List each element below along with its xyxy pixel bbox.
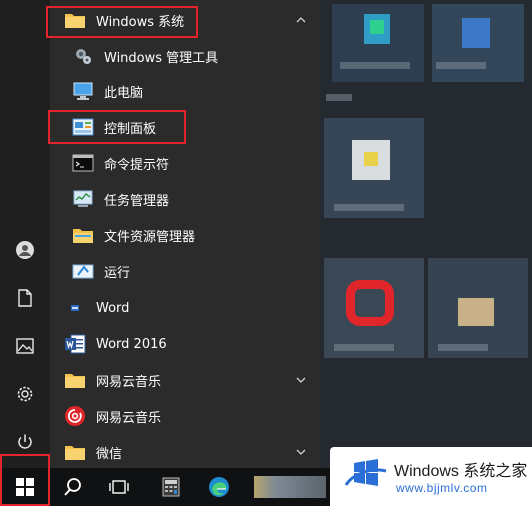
chevron-up-icon[interactable] [296, 15, 306, 25]
pictures-icon[interactable] [0, 326, 50, 366]
word-icon [64, 333, 86, 355]
netease-music-icon [64, 405, 86, 427]
chevron-down-icon[interactable] [296, 447, 306, 457]
list-item-word[interactable]: Word [50, 291, 320, 325]
group-header [326, 94, 352, 101]
list-item-label: 文件资源管理器 [104, 229, 196, 245]
pinned-tile[interactable] [324, 258, 424, 358]
list-item-label: Windows 管理工具 [104, 50, 219, 66]
settings-gear-icon[interactable] [0, 374, 50, 414]
list-item-label: 控制面板 [104, 121, 157, 137]
watermark: Windows 系统之家 www.bjjmlv.com [330, 447, 532, 506]
watermark-title: Windows 系统之家 [394, 463, 528, 480]
start-app-list: Windows 系统 Windows 管理工具 此电脑 控制面板 命令提示符 任… [50, 0, 320, 468]
power-icon[interactable] [0, 422, 50, 462]
list-item-label: 任务管理器 [104, 193, 170, 209]
list-item-label: 命令提示符 [104, 157, 170, 173]
folder-icon [72, 224, 94, 246]
pinned-tile[interactable] [332, 4, 424, 82]
list-item-label: 此电脑 [104, 85, 144, 101]
search-icon[interactable] [50, 468, 96, 506]
pinned-tile[interactable] [428, 258, 528, 358]
windows-logo-icon [342, 455, 388, 497]
gear-tools-icon [72, 45, 94, 67]
list-item-netease-music[interactable]: 网易云音乐 [50, 399, 320, 433]
list-item-label: 网易云音乐 [96, 374, 162, 390]
list-item-label: Word [96, 300, 130, 316]
list-item-word-2016[interactable]: Word 2016 [50, 327, 320, 361]
word-small-icon [64, 297, 86, 319]
list-item-control-panel[interactable]: 控制面板 [50, 110, 320, 144]
list-item-label: 微信 [96, 446, 123, 462]
start-windows-icon[interactable] [2, 468, 48, 506]
list-item-label: Word 2016 [96, 336, 167, 352]
task-manager-icon [72, 188, 94, 210]
list-item-label: Windows 系统 [96, 14, 185, 30]
command-prompt-icon [72, 152, 94, 174]
control-panel-icon [72, 116, 94, 138]
list-item-label: 运行 [104, 265, 131, 281]
folder-icon [64, 9, 86, 31]
run-icon [72, 260, 94, 282]
list-item-task-manager[interactable]: 任务管理器 [50, 182, 320, 216]
taskbar-app-blurred[interactable] [254, 476, 326, 498]
list-item-netease-folder[interactable]: 网易云音乐 [50, 363, 320, 397]
list-item-windows-system-folder[interactable]: Windows 系统 [50, 3, 320, 37]
list-item-wechat-folder[interactable]: 微信 [50, 435, 320, 469]
edge-icon[interactable] [196, 468, 242, 506]
folder-icon [64, 369, 86, 391]
user-avatar-icon[interactable] [0, 230, 50, 270]
list-item-this-pc[interactable]: 此电脑 [50, 74, 320, 108]
calculator-icon[interactable] [148, 468, 194, 506]
list-item-command-prompt[interactable]: 命令提示符 [50, 146, 320, 180]
list-item-run[interactable]: 运行 [50, 254, 320, 288]
list-item-label: 网易云音乐 [96, 410, 162, 426]
computer-icon [72, 80, 94, 102]
folder-icon [64, 441, 86, 463]
task-view-icon[interactable] [96, 468, 142, 506]
pinned-tile[interactable] [324, 118, 424, 218]
pinned-tile[interactable] [432, 4, 524, 82]
watermark-url: www.bjjmlv.com [396, 481, 488, 495]
pinned-tiles-area [320, 0, 532, 468]
list-item-file-explorer[interactable]: 文件资源管理器 [50, 218, 320, 252]
list-item-windows-admin-tools[interactable]: Windows 管理工具 [50, 39, 320, 73]
chevron-down-icon[interactable] [296, 375, 306, 385]
document-icon[interactable] [0, 278, 50, 318]
start-left-rail [0, 0, 50, 468]
